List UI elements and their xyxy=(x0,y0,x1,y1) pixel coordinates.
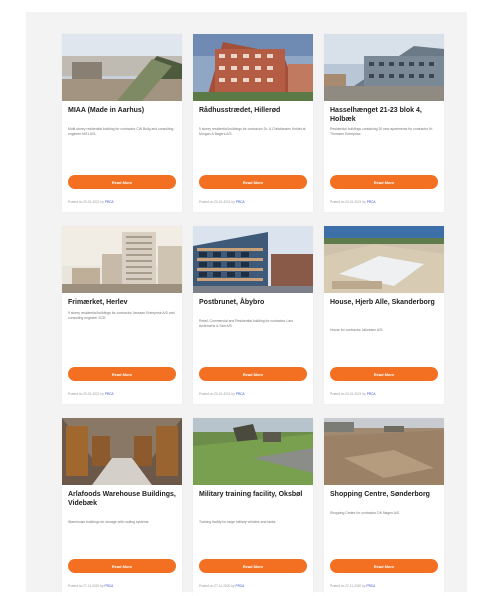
project-title[interactable]: Hasselhænget 21-23 blok 4, Holbæk xyxy=(330,107,440,124)
project-description: Shopping Centre for contractor DK Nagen … xyxy=(330,511,401,515)
author-link[interactable]: PRCA xyxy=(367,392,376,396)
project-title[interactable]: Postbrunet, Åbybro xyxy=(199,299,309,308)
post-date: Posted on 27-11-2020 by xyxy=(68,584,104,588)
post-date: Posted on 20-01-2021 by xyxy=(330,392,366,396)
project-image[interactable] xyxy=(193,226,313,293)
project-description: Residential buildings containing 30 new … xyxy=(330,127,434,136)
project-title[interactable]: Frimærket, Herlev xyxy=(68,299,178,308)
post-meta: Posted on 27-11-2020 by PRCA xyxy=(330,584,375,588)
author-link[interactable]: PRCA xyxy=(105,392,114,396)
post-meta: Posted on 20-01-2021 by PRCA xyxy=(68,200,114,204)
project-title[interactable]: Military training facility, Oksbøl xyxy=(199,491,309,500)
author-link[interactable]: PRCA xyxy=(236,200,245,204)
author-link[interactable]: PRCA xyxy=(104,584,113,588)
post-date: Posted on 20-01-2021 by xyxy=(199,392,235,396)
project-image[interactable] xyxy=(62,418,182,485)
project-grid: MIAA (Made in Aarhus) Multi-storey resid… xyxy=(62,34,444,596)
author-link[interactable]: PRCA xyxy=(366,584,375,588)
project-card: Arlafoods Warehouse Buildings, Videbæk W… xyxy=(62,418,182,596)
post-date: Posted on 20-01-2021 by xyxy=(330,200,366,204)
project-image[interactable] xyxy=(193,418,313,485)
project-card: MIAA (Made in Aarhus) Multi-storey resid… xyxy=(62,34,182,212)
project-card: Hasselhænget 21-23 blok 4, Holbæk Reside… xyxy=(324,34,444,212)
post-meta: Posted on 20-01-2021 by PRCA xyxy=(199,200,245,204)
author-link[interactable]: PRCA xyxy=(367,200,376,204)
project-image[interactable] xyxy=(324,34,444,101)
read-more-button[interactable]: Read More xyxy=(330,559,438,573)
read-more-button[interactable]: Read More xyxy=(199,367,307,381)
project-description: Warehouse buildings for storage with roo… xyxy=(68,520,150,524)
project-image[interactable] xyxy=(324,418,444,485)
project-card: Frimærket, Herlev 9 storey residential b… xyxy=(62,226,182,404)
project-card: House, Hjerb Alle, Skanderborg House for… xyxy=(324,226,444,404)
read-more-button[interactable]: Read More xyxy=(68,367,176,381)
read-more-button[interactable]: Read More xyxy=(199,175,307,189)
author-link[interactable]: PRCA xyxy=(105,200,114,204)
project-card: Shopping Centre, Sønderborg Shopping Cen… xyxy=(324,418,444,596)
project-title[interactable]: Shopping Centre, Sønderborg xyxy=(330,491,440,500)
project-title[interactable]: Rådhusstrædet, Hillerød xyxy=(199,107,309,116)
project-description: 5 storey residential buildings for contr… xyxy=(199,127,306,136)
post-date: Posted on 27-11-2020 by xyxy=(199,584,235,588)
project-description: House for contractor Jakobsen A/S. xyxy=(330,328,384,332)
project-card: Postbrunet, Åbybro Retail, Commercial an… xyxy=(193,226,313,404)
read-more-button[interactable]: Read More xyxy=(199,559,307,573)
post-date: Posted on 27-11-2020 by xyxy=(330,584,366,588)
post-meta: Posted on 20-01-2021 by PRCA xyxy=(330,392,376,396)
read-more-button[interactable]: Read More xyxy=(330,367,438,381)
post-meta: Posted on 20-01-2021 by PRCA xyxy=(68,392,114,396)
project-description: Retail, Commercial and Residential build… xyxy=(199,319,294,328)
post-date: Posted on 20-01-2021 by xyxy=(199,200,235,204)
project-title[interactable]: House, Hjerb Alle, Skanderborg xyxy=(330,299,440,308)
post-meta: Posted on 27-11-2020 by PRCA xyxy=(199,584,244,588)
project-description: Multi-storey residential building for co… xyxy=(68,127,174,136)
project-image[interactable] xyxy=(62,226,182,293)
project-image[interactable] xyxy=(324,226,444,293)
post-meta: Posted on 20-01-2021 by PRCA xyxy=(199,392,245,396)
page-background: MIAA (Made in Aarhus) Multi-storey resid… xyxy=(26,12,467,596)
post-date: Posted on 20-01-2021 by xyxy=(68,200,104,204)
project-card: Rådhusstrædet, Hillerød 5 storey residen… xyxy=(193,34,313,212)
read-more-button[interactable]: Read More xyxy=(68,559,176,573)
project-title[interactable]: Arlafoods Warehouse Buildings, Videbæk xyxy=(68,491,178,508)
project-title[interactable]: MIAA (Made in Aarhus) xyxy=(68,107,178,116)
read-more-button[interactable]: Read More xyxy=(68,175,176,189)
project-card: Military training facility, Oksbøl Train… xyxy=(193,418,313,596)
post-meta: Posted on 27-11-2020 by PRCA xyxy=(68,584,113,588)
post-date: Posted on 20-01-2021 by xyxy=(68,392,104,396)
author-link[interactable]: PRCA xyxy=(236,392,245,396)
project-description: Training facility for large military veh… xyxy=(199,520,277,524)
post-meta: Posted on 20-01-2021 by PRCA xyxy=(330,200,376,204)
project-image[interactable] xyxy=(62,34,182,101)
author-link[interactable]: PRCA xyxy=(235,584,244,588)
read-more-button[interactable]: Read More xyxy=(330,175,438,189)
project-image[interactable] xyxy=(193,34,313,101)
project-description: 9 storey residential buildings for contr… xyxy=(68,311,175,320)
